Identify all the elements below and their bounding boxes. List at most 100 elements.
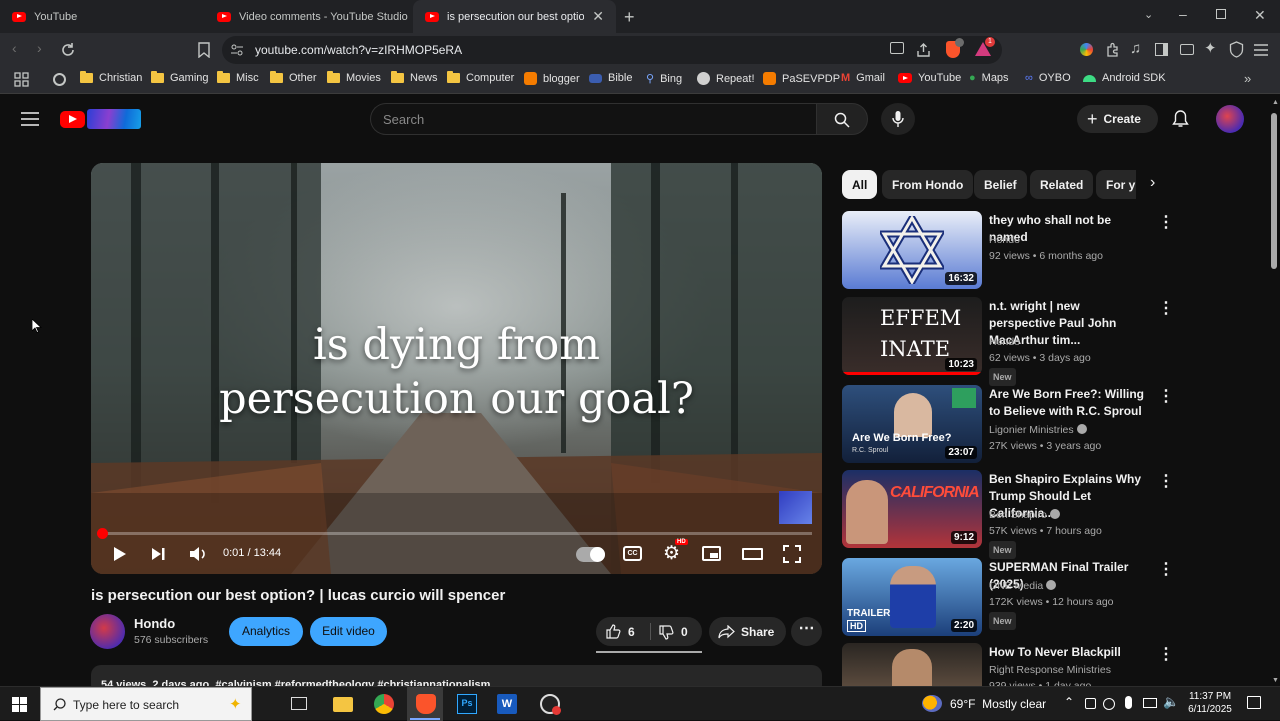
bookmark-oybo[interactable]: ∞ OYBO bbox=[1025, 72, 1071, 84]
maximize-icon[interactable] bbox=[1216, 9, 1226, 19]
vpn-shield-icon[interactable] bbox=[1229, 41, 1244, 58]
bookmark-gmail[interactable]: M Gmail bbox=[841, 72, 885, 84]
network-icon[interactable] bbox=[1143, 698, 1157, 708]
rec-menu-icon[interactable]: ⋮ bbox=[1158, 474, 1174, 490]
bookmark-christian[interactable]: Christian bbox=[80, 71, 142, 84]
rec-channel[interactable]: Ligonier Ministries bbox=[989, 422, 1159, 438]
edit-video-button[interactable]: Edit video bbox=[310, 617, 387, 646]
bookmark-movies[interactable]: Movies bbox=[327, 71, 381, 84]
bookmark-bible[interactable]: Bible bbox=[589, 72, 632, 84]
bookmark-youtube[interactable]: YouTube bbox=[898, 72, 961, 84]
bookmark-gaming[interactable]: Gaming bbox=[151, 71, 209, 84]
search-input[interactable]: Search bbox=[370, 103, 816, 135]
wallet-icon[interactable] bbox=[1180, 44, 1194, 55]
rec-menu-icon[interactable]: ⋮ bbox=[1158, 647, 1174, 663]
share-button[interactable]: Share bbox=[709, 617, 786, 646]
subtitles-cc-icon[interactable]: CC bbox=[623, 546, 642, 561]
reload-icon[interactable] bbox=[60, 42, 76, 58]
back-icon[interactable]: ‹ bbox=[12, 40, 17, 56]
notifications-bell-icon[interactable] bbox=[1172, 110, 1189, 128]
thumbnail[interactable]: 16:32 bbox=[842, 211, 982, 289]
notification-center-icon[interactable] bbox=[1247, 696, 1261, 709]
chip-all[interactable]: All bbox=[842, 170, 878, 199]
rec-title[interactable]: Are We Born Free?: Willing to Believe wi… bbox=[989, 386, 1149, 420]
more-bookmarks-icon[interactable]: » bbox=[1244, 71, 1251, 86]
chip-for-you[interactable]: For y bbox=[1096, 170, 1136, 199]
browser-menu-icon[interactable] bbox=[1254, 44, 1268, 56]
volume-icon[interactable] bbox=[189, 546, 207, 562]
rec-channel[interactable]: ONE Media bbox=[989, 578, 1159, 594]
leo-ai-icon[interactable]: ✦ bbox=[1204, 39, 1217, 57]
scroll-up-arrow-icon[interactable]: ▲ bbox=[1272, 99, 1279, 106]
rec-channel[interactable]: Ben Shapiro bbox=[989, 507, 1159, 523]
progress-bar[interactable] bbox=[101, 532, 812, 535]
brave-browser-icon[interactable] bbox=[416, 694, 436, 714]
thumbnail[interactable]: Are We Born Free? R.C. Sproul 23:07 bbox=[842, 385, 982, 463]
voice-search-button[interactable] bbox=[881, 103, 915, 135]
tray-app-icon[interactable] bbox=[1085, 698, 1096, 709]
weather-text[interactable]: 69°F Mostly clear bbox=[950, 697, 1046, 711]
extension-colorful-icon[interactable] bbox=[1080, 43, 1093, 56]
volume-tray-icon[interactable]: 🔈 bbox=[1163, 694, 1179, 710]
tab-search-chevron-icon[interactable]: ⌄ bbox=[1144, 8, 1153, 21]
clock[interactable]: 11:37 PM 6/11/2025 bbox=[1187, 690, 1233, 716]
bookmark-pasevpdp[interactable]: PaSEVPDP bbox=[763, 72, 840, 85]
miniplayer-icon[interactable] bbox=[702, 546, 721, 561]
video-player[interactable]: is dying from persecution our goal? 0:01… bbox=[91, 163, 822, 574]
sidebar-toggle-icon[interactable] bbox=[1155, 43, 1168, 56]
bookmark-repeat[interactable]: Repeat! bbox=[697, 72, 755, 85]
chip-from-hondo[interactable]: From Hondo bbox=[882, 170, 974, 199]
scroll-down-arrow-icon[interactable]: ▼ bbox=[1272, 677, 1279, 684]
minimize-icon[interactable]: – bbox=[1179, 6, 1187, 22]
scrubber-knob[interactable] bbox=[97, 528, 108, 539]
media-music-icon[interactable]: ♫ bbox=[1130, 40, 1141, 57]
rec-menu-icon[interactable]: ⋮ bbox=[1158, 215, 1174, 231]
more-actions-icon[interactable]: ⋯ bbox=[791, 617, 822, 646]
analytics-button[interactable]: Analytics bbox=[229, 617, 303, 646]
tab-youtube-studio[interactable]: Video comments - YouTube Studio bbox=[205, 0, 413, 33]
channel-watermark[interactable] bbox=[779, 491, 812, 524]
channel-name[interactable]: Hondo bbox=[134, 616, 175, 631]
microphone-tray-icon[interactable] bbox=[1125, 696, 1132, 709]
extensions-puzzle-icon[interactable] bbox=[1105, 42, 1121, 58]
share-page-icon[interactable] bbox=[916, 42, 932, 58]
thumbnail[interactable]: TRAILER HD 2:20 bbox=[842, 558, 982, 636]
apps-grid-icon[interactable] bbox=[14, 72, 29, 87]
like-thumb-icon[interactable] bbox=[606, 624, 621, 639]
taskbar-search-box[interactable]: Type here to search ✦ bbox=[40, 687, 252, 721]
tab-youtube[interactable]: YouTube bbox=[0, 0, 205, 33]
rec-channel[interactable]: Right Response Ministries bbox=[989, 662, 1159, 678]
guide-menu-icon[interactable] bbox=[21, 112, 39, 126]
settings-gear-icon[interactable]: ⚙ bbox=[663, 542, 680, 565]
bookmark-android-sdk[interactable]: Android SDK bbox=[1083, 72, 1166, 84]
autoplay-toggle[interactable] bbox=[576, 547, 605, 562]
site-info-icon[interactable] bbox=[230, 43, 244, 57]
word-icon[interactable]: W bbox=[497, 694, 517, 714]
chrome-icon[interactable] bbox=[374, 694, 394, 714]
theater-mode-icon[interactable] bbox=[742, 548, 763, 560]
windows-start-icon[interactable] bbox=[12, 697, 27, 712]
bookmark-misc[interactable]: Misc bbox=[217, 71, 259, 84]
recorder-app-icon[interactable] bbox=[540, 694, 561, 715]
thumbnail[interactable] bbox=[842, 643, 982, 686]
like-count[interactable]: 6 bbox=[628, 625, 635, 639]
tray-sync-icon[interactable] bbox=[1103, 698, 1115, 710]
bookmark-blogger[interactable]: blogger bbox=[524, 72, 580, 85]
rec-channel[interactable]: Hondo bbox=[989, 334, 1159, 350]
play-icon[interactable] bbox=[113, 546, 127, 562]
tab-current-video[interactable]: is persecution our best option? | ✕ bbox=[413, 0, 616, 33]
weather-moon-icon[interactable] bbox=[922, 695, 942, 712]
chips-next-chevron-icon[interactable]: › bbox=[1150, 174, 1155, 192]
new-tab-icon[interactable]: + bbox=[624, 7, 635, 28]
rec-menu-icon[interactable]: ⋮ bbox=[1158, 562, 1174, 578]
globe-icon[interactable] bbox=[53, 73, 66, 86]
page-scrollbar[interactable]: ▲ ▼ bbox=[1268, 99, 1280, 686]
bookmark-news[interactable]: News bbox=[391, 71, 438, 84]
chip-related[interactable]: Related bbox=[1030, 170, 1094, 199]
rec-menu-icon[interactable]: ⋮ bbox=[1158, 301, 1174, 317]
rec-title[interactable]: How To Never Blackpill bbox=[989, 644, 1149, 661]
rec-menu-icon[interactable]: ⋮ bbox=[1158, 389, 1174, 405]
close-tab-icon[interactable]: ✕ bbox=[592, 8, 604, 25]
bookmark-other[interactable]: Other bbox=[270, 71, 317, 84]
bookmark-computer[interactable]: Computer bbox=[447, 71, 514, 84]
